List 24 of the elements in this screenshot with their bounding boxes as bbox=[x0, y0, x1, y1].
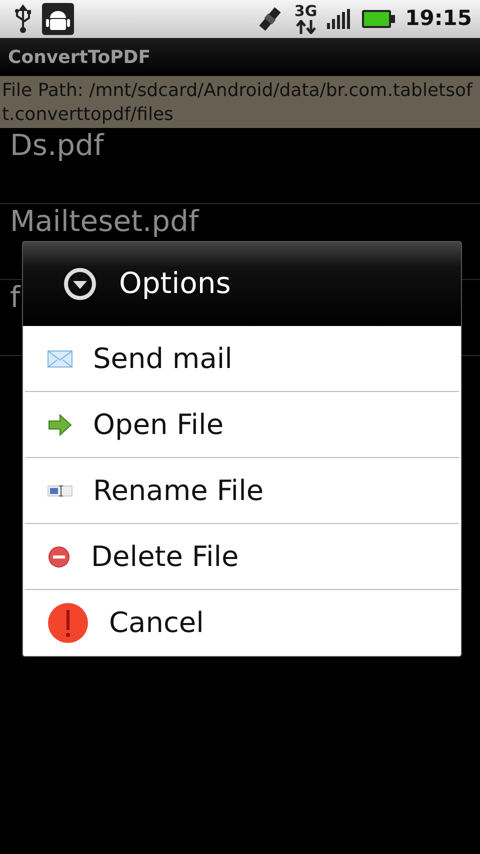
arrow-right-icon bbox=[47, 414, 73, 436]
menu-item[interactable]: Cancel bbox=[25, 590, 459, 656]
menu-item[interactable]: Send mail bbox=[25, 326, 459, 392]
menu-item[interactable]: Open File bbox=[25, 392, 459, 458]
file-name[interactable]: Ds.pdf bbox=[10, 128, 104, 162]
file-path: File Path: /mnt/sdcard/Android/data/br.com.tabletsoft.converttopdf/files bbox=[2, 80, 472, 125]
minus-circle-icon bbox=[47, 544, 71, 568]
text-cursor-field-icon bbox=[47, 484, 73, 498]
dialog-title: Options bbox=[119, 265, 231, 302]
file-name[interactable]: f bbox=[10, 280, 20, 314]
network-type: 3G bbox=[294, 4, 318, 19]
exclamation-circle-icon bbox=[47, 602, 89, 644]
dropdown-circle-icon bbox=[63, 267, 97, 301]
app-title: ConvertToPDF bbox=[8, 47, 150, 68]
battery-icon bbox=[361, 9, 396, 29]
menu-item[interactable]: Rename File bbox=[25, 458, 459, 524]
menu-item[interactable]: Delete File bbox=[25, 524, 459, 590]
signal-icon bbox=[327, 9, 352, 29]
android-robot-icon bbox=[42, 3, 74, 35]
file-name[interactable]: Mailteset.pdf bbox=[10, 204, 199, 238]
data-transfer-icon bbox=[296, 20, 316, 34]
usb-icon bbox=[14, 4, 32, 34]
clock: 19:15 bbox=[405, 5, 472, 32]
envelope-icon bbox=[47, 350, 73, 368]
